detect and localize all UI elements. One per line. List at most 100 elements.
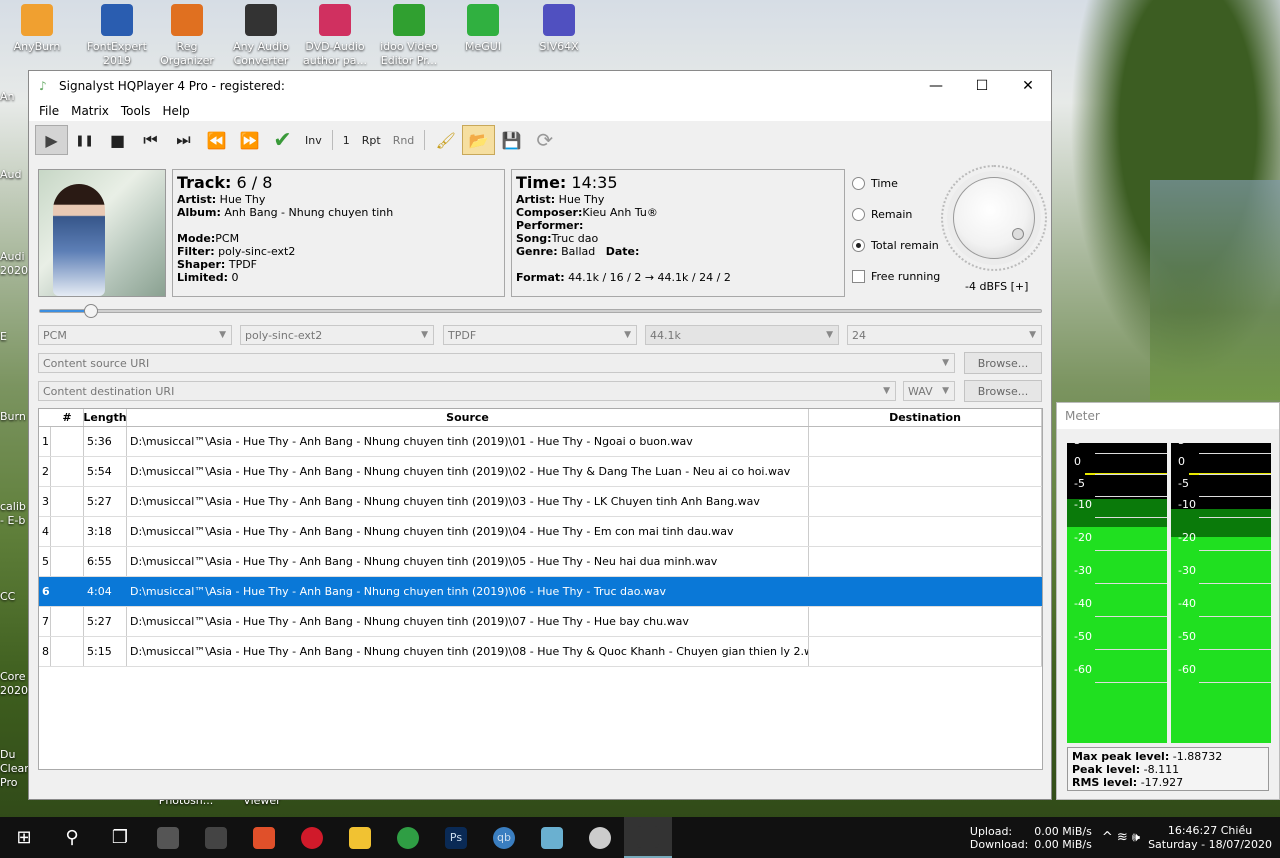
seek-slider[interactable] xyxy=(39,304,1042,318)
open-folder-icon[interactable]: 📂 xyxy=(462,125,496,155)
taskbar-app-app1[interactable] xyxy=(144,817,192,858)
destination-format-select[interactable]: WAV ▼ xyxy=(903,381,955,401)
maximize-button[interactable]: ☐ xyxy=(959,71,1005,101)
desktop-icon[interactable]: Aud xyxy=(0,168,30,182)
desktop-icon[interactable]: calib - E-b xyxy=(0,500,30,528)
header-length[interactable]: Length xyxy=(83,409,127,426)
volume-level[interactable]: -4 dBFS [+] xyxy=(965,280,1028,293)
minimize-button[interactable]: — xyxy=(913,71,959,101)
menu-help[interactable]: Help xyxy=(156,104,195,118)
taskbar-app-hqplayer[interactable] xyxy=(624,817,672,858)
dvd-icon xyxy=(589,826,611,849)
task-view-icon[interactable]: ❐ xyxy=(96,817,144,858)
free-running-checkbox[interactable]: Free running xyxy=(852,270,940,283)
random-button[interactable]: Rnd xyxy=(387,134,421,147)
rewind-icon[interactable]: ⏪ xyxy=(200,125,233,155)
previous-icon[interactable]: ⏮ xyxy=(134,125,167,155)
title-bar[interactable]: ♪ Signalyst HQPlayer 4 Pro - registered:… xyxy=(29,71,1051,101)
radio-total-remain[interactable]: Total remain xyxy=(852,239,939,252)
stop-icon[interactable]: ■ xyxy=(101,125,134,155)
invert-button[interactable]: Inv xyxy=(299,134,328,147)
taskbar-app-chrome[interactable] xyxy=(384,817,432,858)
desktop-icon[interactable]: AnyBurn xyxy=(5,4,69,54)
table-row[interactable]: 5 6:55 D:\musiccal™\Asia - Hue Thy - Anh B… xyxy=(39,547,1042,577)
cell-empty xyxy=(809,607,1042,636)
taskbar-app-qbittorrent[interactable]: qb xyxy=(480,817,528,858)
next-icon[interactable]: ⏭ xyxy=(167,125,200,155)
desktop-icon[interactable]: CC xyxy=(0,590,30,604)
header-number[interactable]: # xyxy=(51,409,84,426)
pause-icon[interactable]: ❚❚ xyxy=(68,125,101,155)
radio-remain-indicator[interactable] xyxy=(852,208,865,221)
desktop-icon[interactable]: E xyxy=(0,330,30,344)
taskbar-app-explorer[interactable] xyxy=(336,817,384,858)
tray-icons[interactable]: ^ ≋ 🕪 xyxy=(1102,830,1140,845)
taskbar-app-dvd[interactable] xyxy=(576,817,624,858)
source-browse-button[interactable]: Browse... xyxy=(964,352,1042,374)
taskbar-app-brave[interactable] xyxy=(240,817,288,858)
repeat-count[interactable]: 1 xyxy=(337,134,356,147)
save-icon[interactable]: 💾 xyxy=(495,125,528,155)
bits-select[interactable]: 24 ▼ xyxy=(847,325,1042,345)
cell-n: 2 xyxy=(39,457,51,486)
table-row[interactable]: 6 4:04 D:\musiccal™\Asia - Hue Thy - Anh B… xyxy=(39,577,1042,607)
table-row[interactable]: 7 5:27 D:\musiccal™\Asia - Hue Thy - Anh B… xyxy=(39,607,1042,637)
volume-knob[interactable] xyxy=(953,177,1035,259)
desktop-icon[interactable]: MeGUI xyxy=(451,4,515,54)
taskbar-app-app9[interactable] xyxy=(528,817,576,858)
table-row[interactable]: 4 3:18 D:\musiccal™\Asia - Hue Thy - Anh B… xyxy=(39,517,1042,547)
chevron-down-icon: ▼ xyxy=(942,386,949,396)
radio-time-indicator[interactable] xyxy=(852,177,865,190)
taskbar-app-photoshop[interactable]: Ps xyxy=(432,817,480,858)
destination-uri-input[interactable]: Content destination URI ▼ xyxy=(38,381,896,401)
desktop-icon[interactable]: Audi 2020 xyxy=(0,250,30,278)
clock[interactable]: 16:46:27 Chiều Saturday - 18/07/2020 xyxy=(1148,824,1272,852)
forward-icon[interactable]: ⏩ xyxy=(233,125,266,155)
desktop-icon[interactable]: FontExpert 2019 xyxy=(85,4,149,68)
source-uri-input[interactable]: Content source URI ▼ xyxy=(38,353,955,373)
taskbar-app-opera[interactable] xyxy=(288,817,336,858)
rate-select[interactable]: 44.1k ▼ xyxy=(645,325,839,345)
cell-length: 5:27 xyxy=(84,607,127,636)
search-icon[interactable]: ⚲ xyxy=(48,817,96,858)
header-source[interactable]: Source xyxy=(127,409,809,426)
brush-icon[interactable]: 🖌 xyxy=(429,125,462,155)
table-row[interactable]: 1 5:36 D:\musiccal™\Asia - Hue Thy - Anh B… xyxy=(39,427,1042,457)
menu-file[interactable]: File xyxy=(33,104,65,118)
check-icon[interactable]: ✔ xyxy=(266,125,299,155)
destination-browse-button[interactable]: Browse... xyxy=(964,380,1042,402)
repeat-button[interactable]: Rpt xyxy=(356,134,387,147)
radio-time[interactable]: Time xyxy=(852,177,898,190)
table-row[interactable]: 2 5:54 D:\musiccal™\Asia - Hue Thy - Anh B… xyxy=(39,457,1042,487)
free-running-box[interactable] xyxy=(852,270,865,283)
menu-matrix[interactable]: Matrix xyxy=(65,104,115,118)
desktop-icon[interactable]: SIV64X xyxy=(527,4,591,54)
taskbar: ⊞ ⚲ ❐ Ps qb Upload: Download: 0.00 MiB/s 0.… xyxy=(0,817,1280,858)
desktop-icon[interactable]: Core 2020 xyxy=(0,670,30,698)
radio-total-remain-indicator[interactable] xyxy=(852,239,865,252)
start-button[interactable]: ⊞ xyxy=(0,817,48,858)
desktop-icon[interactable]: idoo Video Editor Pr... xyxy=(377,4,441,68)
mode-select[interactable]: PCM ▼ xyxy=(38,325,232,345)
desktop-icon[interactable]: An xyxy=(0,90,30,104)
table-row[interactable]: 8 5:15 D:\musiccal™\Asia - Hue Thy - Anh B… xyxy=(39,637,1042,667)
table-row[interactable]: 3 5:27 D:\musiccal™\Asia - Hue Thy - Anh B… xyxy=(39,487,1042,517)
desktop-icon[interactable]: Burn xyxy=(0,410,30,424)
radio-remain[interactable]: Remain xyxy=(852,208,912,221)
close-button[interactable]: ✕ xyxy=(1005,71,1051,101)
desktop-icon[interactable]: Any Audio Converter xyxy=(229,4,293,68)
refresh-icon[interactable]: ⟳ xyxy=(528,125,561,155)
menu-tools[interactable]: Tools xyxy=(115,104,157,118)
desktop-icon[interactable]: Reg Organizer xyxy=(155,4,219,68)
desktop-icon[interactable]: DVD-Audio author pa... xyxy=(303,4,367,68)
filter-select[interactable]: poly-sinc-ext2 ▼ xyxy=(240,325,434,345)
taskbar-app-app2[interactable] xyxy=(192,817,240,858)
header-destination[interactable]: Destination xyxy=(809,409,1042,426)
meter-tick xyxy=(1199,517,1271,519)
shaper-select[interactable]: TPDF ▼ xyxy=(443,325,637,345)
play-icon[interactable]: ▶ xyxy=(35,125,68,155)
desktop-icon[interactable]: Du Cleaner Pro xyxy=(0,748,43,790)
composer-value: Kieu Anh Tu® xyxy=(582,206,658,219)
seek-thumb[interactable] xyxy=(84,304,98,318)
meter-tick xyxy=(1199,550,1271,552)
